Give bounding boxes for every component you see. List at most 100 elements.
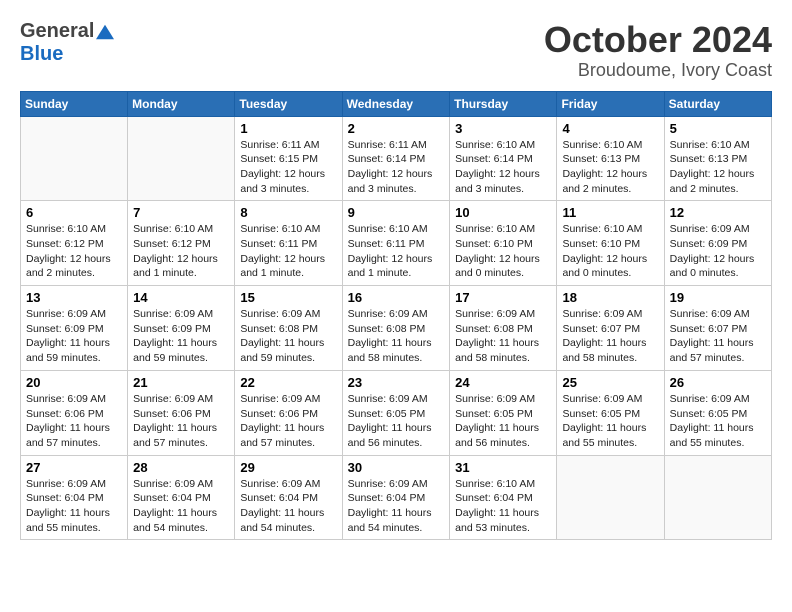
calendar-cell: 22 Sunrise: 6:09 AM Sunset: 6:06 PM Dayli… bbox=[235, 370, 342, 455]
day-number: 31 bbox=[455, 460, 551, 475]
calendar-cell: 29 Sunrise: 6:09 AM Sunset: 6:04 PM Dayli… bbox=[235, 455, 342, 540]
day-number: 13 bbox=[26, 290, 122, 305]
day-number: 30 bbox=[348, 460, 445, 475]
calendar-cell: 7 Sunrise: 6:10 AM Sunset: 6:12 PM Daylig… bbox=[128, 201, 235, 286]
calendar-cell: 11Sunrise: 6:10 AM Sunset: 6:10 PM Dayli… bbox=[557, 201, 664, 286]
calendar-cell: 6 Sunrise: 6:10 AM Sunset: 6:12 PM Daylig… bbox=[21, 201, 128, 286]
day-number: 10 bbox=[455, 205, 551, 220]
calendar-cell: 14 Sunrise: 6:09 AM Sunset: 6:09 PM Dayli… bbox=[128, 286, 235, 371]
day-info: Sunrise: 6:09 AM Sunset: 6:09 PM Dayligh… bbox=[133, 308, 217, 364]
calendar-cell bbox=[21, 116, 128, 201]
day-number: 23 bbox=[348, 375, 445, 390]
calendar-cell: 17Sunrise: 6:09 AM Sunset: 6:08 PM Dayli… bbox=[450, 286, 557, 371]
day-number: 1 bbox=[240, 121, 336, 136]
weekday-header: Wednesday bbox=[342, 91, 450, 116]
day-number: 12 bbox=[670, 205, 766, 220]
day-info: Sunrise: 6:10 AM Sunset: 6:13 PM Dayligh… bbox=[670, 139, 755, 195]
day-number: 22 bbox=[240, 375, 336, 390]
calendar-cell bbox=[128, 116, 235, 201]
day-number: 6 bbox=[26, 205, 122, 220]
day-number: 4 bbox=[562, 121, 658, 136]
calendar-cell: 27Sunrise: 6:09 AM Sunset: 6:04 PM Dayli… bbox=[21, 455, 128, 540]
day-info: Sunrise: 6:09 AM Sunset: 6:04 PM Dayligh… bbox=[348, 478, 432, 534]
day-number: 29 bbox=[240, 460, 336, 475]
day-info: Sunrise: 6:09 AM Sunset: 6:07 PM Dayligh… bbox=[670, 308, 754, 364]
day-number: 16 bbox=[348, 290, 445, 305]
calendar-week-row: 13 Sunrise: 6:09 AM Sunset: 6:09 PM Dayli… bbox=[21, 286, 772, 371]
day-number: 11 bbox=[562, 205, 658, 220]
calendar-cell: 3 Sunrise: 6:10 AM Sunset: 6:14 PM Daylig… bbox=[450, 116, 557, 201]
header: General Blue October 2024 Broudoume, Ivo… bbox=[20, 20, 772, 81]
day-number: 14 bbox=[133, 290, 229, 305]
weekday-header: Sunday bbox=[21, 91, 128, 116]
day-info: Sunrise: 6:10 AM Sunset: 6:12 PM Dayligh… bbox=[133, 223, 218, 279]
calendar-cell bbox=[557, 455, 664, 540]
calendar-week-row: 27 Sunrise: 6:09 AM Sunset: 6:04 PM Dayli… bbox=[21, 455, 772, 540]
day-number: 9 bbox=[348, 205, 445, 220]
day-number: 19 bbox=[670, 290, 766, 305]
day-info: Sunrise: 6:09 AM Sunset: 6:08 PM Dayligh… bbox=[455, 308, 539, 364]
day-number: 5 bbox=[670, 121, 766, 136]
calendar-cell: 20 Sunrise: 6:09 AM Sunset: 6:06 PM Dayli… bbox=[21, 370, 128, 455]
day-info: Sunrise: 6:10 AM Sunset: 6:14 PM Dayligh… bbox=[455, 139, 540, 195]
day-info: Sunrise: 6:10 AM Sunset: 6:10 PM Dayligh… bbox=[455, 223, 540, 279]
calendar-week-row: 6 Sunrise: 6:10 AM Sunset: 6:12 PM Daylig… bbox=[21, 201, 772, 286]
day-number: 3 bbox=[455, 121, 551, 136]
calendar-cell: 19 Sunrise: 6:09 AM Sunset: 6:07 PM Dayli… bbox=[664, 286, 771, 371]
day-number: 20 bbox=[26, 375, 122, 390]
day-info: Sunrise: 6:09 AM Sunset: 6:06 PM Dayligh… bbox=[133, 393, 217, 449]
day-number: 2 bbox=[348, 121, 445, 136]
calendar-cell: 12Sunrise: 6:09 AM Sunset: 6:09 PM Dayli… bbox=[664, 201, 771, 286]
month-title: October 2024 bbox=[544, 20, 772, 60]
logo: General Blue bbox=[20, 20, 114, 66]
calendar-cell: 28 Sunrise: 6:09 AM Sunset: 6:04 PM Dayli… bbox=[128, 455, 235, 540]
day-number: 18 bbox=[562, 290, 658, 305]
calendar-cell: 23 Sunrise: 6:09 AM Sunset: 6:05 PM Dayli… bbox=[342, 370, 450, 455]
location-title: Broudoume, Ivory Coast bbox=[544, 60, 772, 81]
weekday-header: Friday bbox=[557, 91, 664, 116]
calendar-cell: 25 Sunrise: 6:09 AM Sunset: 6:05 PM Dayli… bbox=[557, 370, 664, 455]
day-number: 21 bbox=[133, 375, 229, 390]
calendar-cell: 10 Sunrise: 6:10 AM Sunset: 6:10 PM Dayli… bbox=[450, 201, 557, 286]
weekday-header: Tuesday bbox=[235, 91, 342, 116]
day-info: Sunrise: 6:09 AM Sunset: 6:09 PM Dayligh… bbox=[26, 308, 110, 364]
title-area: October 2024 Broudoume, Ivory Coast bbox=[544, 20, 772, 81]
calendar-cell: 1Sunrise: 6:11 AM Sunset: 6:15 PM Daylig… bbox=[235, 116, 342, 201]
day-number: 28 bbox=[133, 460, 229, 475]
day-number: 27 bbox=[26, 460, 122, 475]
calendar-cell bbox=[664, 455, 771, 540]
day-info: Sunrise: 6:09 AM Sunset: 6:07 PM Dayligh… bbox=[562, 308, 646, 364]
day-info: Sunrise: 6:10 AM Sunset: 6:11 PM Dayligh… bbox=[240, 223, 325, 279]
calendar-cell: 4Sunrise: 6:10 AM Sunset: 6:13 PM Daylig… bbox=[557, 116, 664, 201]
day-info: Sunrise: 6:09 AM Sunset: 6:06 PM Dayligh… bbox=[240, 393, 324, 449]
calendar-cell: 16 Sunrise: 6:09 AM Sunset: 6:08 PM Dayli… bbox=[342, 286, 450, 371]
day-info: Sunrise: 6:09 AM Sunset: 6:05 PM Dayligh… bbox=[562, 393, 646, 449]
day-info: Sunrise: 6:09 AM Sunset: 6:04 PM Dayligh… bbox=[240, 478, 324, 534]
logo-blue: Blue bbox=[20, 43, 63, 65]
weekday-header-row: SundayMondayTuesdayWednesdayThursdayFrid… bbox=[21, 91, 772, 116]
weekday-header: Thursday bbox=[450, 91, 557, 116]
calendar-cell: 9 Sunrise: 6:10 AM Sunset: 6:11 PM Daylig… bbox=[342, 201, 450, 286]
calendar-cell: 21 Sunrise: 6:09 AM Sunset: 6:06 PM Dayli… bbox=[128, 370, 235, 455]
day-number: 7 bbox=[133, 205, 229, 220]
calendar-cell: 2Sunrise: 6:11 AM Sunset: 6:14 PM Daylig… bbox=[342, 116, 450, 201]
calendar-cell: 30 Sunrise: 6:09 AM Sunset: 6:04 PM Dayli… bbox=[342, 455, 450, 540]
day-info: Sunrise: 6:09 AM Sunset: 6:08 PM Dayligh… bbox=[348, 308, 432, 364]
calendar-week-row: 1Sunrise: 6:11 AM Sunset: 6:15 PM Daylig… bbox=[21, 116, 772, 201]
calendar-week-row: 20 Sunrise: 6:09 AM Sunset: 6:06 PM Dayli… bbox=[21, 370, 772, 455]
day-number: 8 bbox=[240, 205, 336, 220]
day-info: Sunrise: 6:09 AM Sunset: 6:05 PM Dayligh… bbox=[348, 393, 432, 449]
calendar-cell: 31Sunrise: 6:10 AM Sunset: 6:04 PM Dayli… bbox=[450, 455, 557, 540]
calendar-cell: 13 Sunrise: 6:09 AM Sunset: 6:09 PM Dayli… bbox=[21, 286, 128, 371]
day-info: Sunrise: 6:10 AM Sunset: 6:11 PM Dayligh… bbox=[348, 223, 433, 279]
day-number: 15 bbox=[240, 290, 336, 305]
weekday-header: Monday bbox=[128, 91, 235, 116]
day-info: Sunrise: 6:10 AM Sunset: 6:12 PM Dayligh… bbox=[26, 223, 111, 279]
day-info: Sunrise: 6:09 AM Sunset: 6:05 PM Dayligh… bbox=[455, 393, 539, 449]
day-info: Sunrise: 6:09 AM Sunset: 6:06 PM Dayligh… bbox=[26, 393, 110, 449]
weekday-header: Saturday bbox=[664, 91, 771, 116]
day-info: Sunrise: 6:09 AM Sunset: 6:04 PM Dayligh… bbox=[133, 478, 217, 534]
day-number: 24 bbox=[455, 375, 551, 390]
day-number: 25 bbox=[562, 375, 658, 390]
calendar-cell: 8 Sunrise: 6:10 AM Sunset: 6:11 PM Daylig… bbox=[235, 201, 342, 286]
